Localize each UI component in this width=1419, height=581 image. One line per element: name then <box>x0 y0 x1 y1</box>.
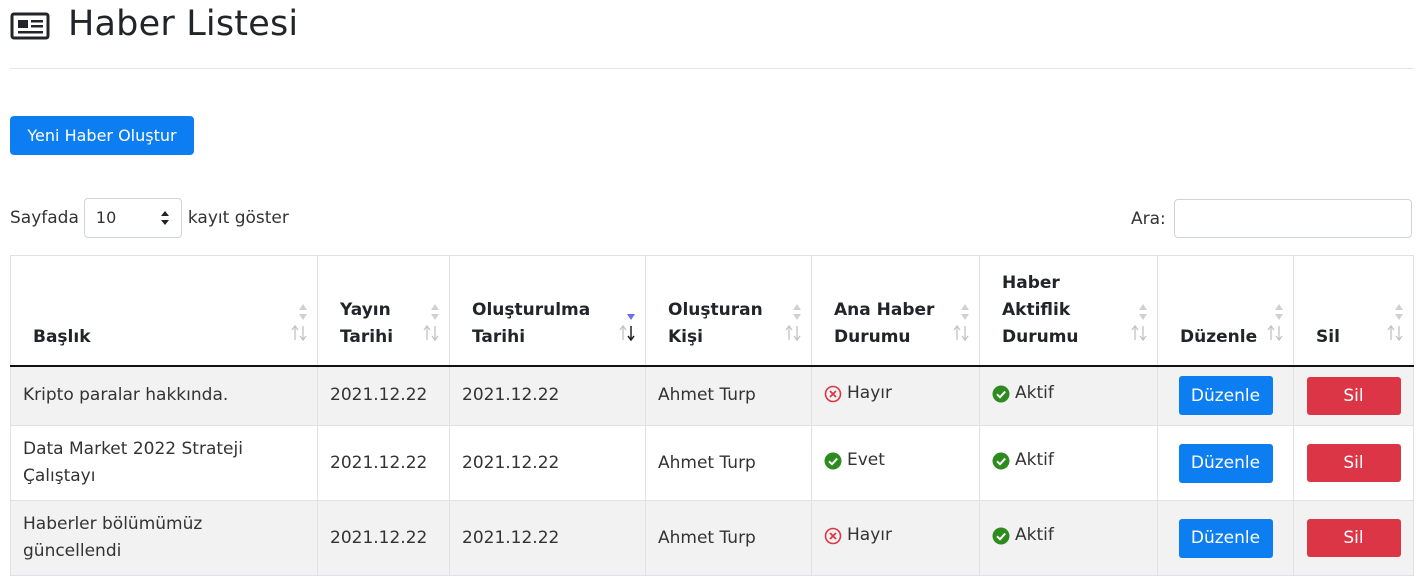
column-header-author[interactable]: Oluşturan Kişi <box>645 255 812 367</box>
column-header-title[interactable]: Başlık <box>10 255 318 367</box>
sort-caret-icon <box>299 304 307 320</box>
table-header-row: Başlık Yayın Tarihi Oluşturulma Tarihi O… <box>10 255 1414 367</box>
column-header-edit[interactable]: Düzenle <box>1157 255 1294 367</box>
cell-active-status: Aktif <box>979 425 1158 501</box>
status-badge: Aktif <box>992 522 1054 549</box>
status-badge: Hayır <box>824 522 892 549</box>
x-circle-icon <box>824 385 842 402</box>
edit-button[interactable]: Düzenle <box>1178 443 1273 483</box>
table-row: Haberler bölümümüz güncellendi 2021.12.2… <box>10 500 1414 576</box>
sort-arrows-icon <box>953 324 969 342</box>
page-header: Haber Listesi <box>10 0 1413 69</box>
delete-button[interactable]: Sil <box>1306 519 1401 557</box>
cell-headline-status: Hayır <box>811 365 980 426</box>
column-header-label: Haber Aktiflik Durumu <box>1002 272 1079 347</box>
page-length-suffix: kayıt göster <box>187 208 289 228</box>
cell-edit: Düzenle <box>1157 500 1294 576</box>
delete-button[interactable]: Sil <box>1306 376 1401 415</box>
newspaper-icon <box>10 12 50 40</box>
cell-active-status: Aktif <box>979 500 1158 576</box>
edit-button[interactable]: Düzenle <box>1178 376 1273 416</box>
new-news-button[interactable]: Yeni Haber Oluştur <box>10 116 194 155</box>
search-input[interactable] <box>1173 199 1412 238</box>
cell-edit: Düzenle <box>1157 365 1294 426</box>
cell-created-date: 2021.12.22 <box>449 365 646 426</box>
column-header-label: Ana Haber Durumu <box>834 299 935 347</box>
column-header-publish-date[interactable]: Yayın Tarihi <box>317 255 450 367</box>
sort-arrows-icon <box>1267 324 1283 342</box>
column-header-headline-status[interactable]: Ana Haber Durumu <box>811 255 980 367</box>
column-header-label: Yayın Tarihi <box>340 299 394 347</box>
sort-arrows-icon <box>423 324 439 342</box>
check-circle-icon <box>824 452 842 470</box>
page-length-control: Sayfada 10 kayıt göster <box>10 198 289 238</box>
status-text: Hayır <box>847 525 892 546</box>
status-text: Aktif <box>1015 450 1054 471</box>
delete-button[interactable]: Sil <box>1306 444 1401 482</box>
status-badge: Evet <box>824 447 885 474</box>
status-badge: Aktif <box>992 380 1054 407</box>
column-header-label: Düzenle <box>1180 326 1258 347</box>
column-header-label: Oluşturulma Tarihi <box>472 299 591 347</box>
table-row: Kripto paralar hakkında. 2021.12.22 2021… <box>10 365 1414 426</box>
cell-publish-date: 2021.12.22 <box>317 425 450 501</box>
sort-arrows-icon <box>1387 324 1403 342</box>
x-circle-icon <box>824 527 842 545</box>
status-text: Evet <box>847 450 885 471</box>
cell-title: Kripto paralar hakkında. <box>10 365 318 426</box>
sort-caret-icon <box>961 304 969 320</box>
cell-publish-date: 2021.12.22 <box>317 365 450 426</box>
select-caret-icon <box>160 211 169 225</box>
cell-author: Ahmet Turp <box>645 365 812 426</box>
check-circle-icon <box>992 527 1010 545</box>
status-text: Hayır <box>847 383 892 403</box>
page-length-value: 10 <box>95 208 117 227</box>
sort-caret-icon <box>431 304 439 320</box>
edit-button[interactable]: Düzenle <box>1178 518 1273 558</box>
cell-active-status: Aktif <box>979 365 1158 426</box>
cell-edit: Düzenle <box>1157 425 1294 501</box>
cell-headline-status: Hayır <box>811 500 980 576</box>
cell-delete: Sil <box>1293 365 1414 426</box>
status-badge: Aktif <box>992 447 1054 474</box>
cell-delete: Sil <box>1293 425 1414 501</box>
status-badge: Hayır <box>824 380 892 407</box>
cell-title: Data Market 2022 Strateji Çalıştayı <box>10 425 318 501</box>
page-title: Haber Listesi <box>68 4 299 44</box>
sort-arrows-icon <box>619 324 635 342</box>
sort-caret-icon <box>793 304 801 320</box>
column-header-created-date[interactable]: Oluşturulma Tarihi <box>449 255 646 367</box>
column-header-active-status[interactable]: Haber Aktiflik Durumu <box>979 255 1158 367</box>
sort-desc-active-icon <box>627 314 635 320</box>
cell-created-date: 2021.12.22 <box>449 500 646 576</box>
search-control: Ara: <box>1131 199 1412 238</box>
column-header-label: Sil <box>1316 326 1340 347</box>
table-row: Data Market 2022 Strateji Çalıştayı 2021… <box>10 425 1414 501</box>
cell-publish-date: 2021.12.22 <box>317 500 450 576</box>
sort-arrows-icon <box>291 324 307 342</box>
cell-author: Ahmet Turp <box>645 500 812 576</box>
sort-caret-icon <box>1275 304 1283 320</box>
news-table: Başlık Yayın Tarihi Oluşturulma Tarihi O… <box>10 255 1414 576</box>
sort-caret-icon <box>1139 304 1147 320</box>
sort-caret-icon <box>1395 304 1403 320</box>
cell-created-date: 2021.12.22 <box>449 425 646 501</box>
page-length-prefix: Sayfada <box>10 208 79 228</box>
sort-arrows-icon <box>785 324 801 342</box>
cell-headline-status: Evet <box>811 425 980 501</box>
search-label: Ara: <box>1131 208 1166 229</box>
page-length-select[interactable]: 10 <box>83 198 182 238</box>
status-text: Aktif <box>1015 383 1054 403</box>
column-header-label: Başlık <box>33 326 91 347</box>
check-circle-icon <box>992 452 1010 470</box>
sort-arrows-icon <box>1131 324 1147 342</box>
status-text: Aktif <box>1015 525 1054 546</box>
cell-author: Ahmet Turp <box>645 425 812 501</box>
cell-title: Haberler bölümümüz güncellendi <box>10 500 318 576</box>
cell-delete: Sil <box>1293 500 1414 576</box>
check-circle-icon <box>992 385 1010 402</box>
column-header-delete[interactable]: Sil <box>1293 255 1414 367</box>
column-header-label: Oluşturan Kişi <box>668 299 763 347</box>
